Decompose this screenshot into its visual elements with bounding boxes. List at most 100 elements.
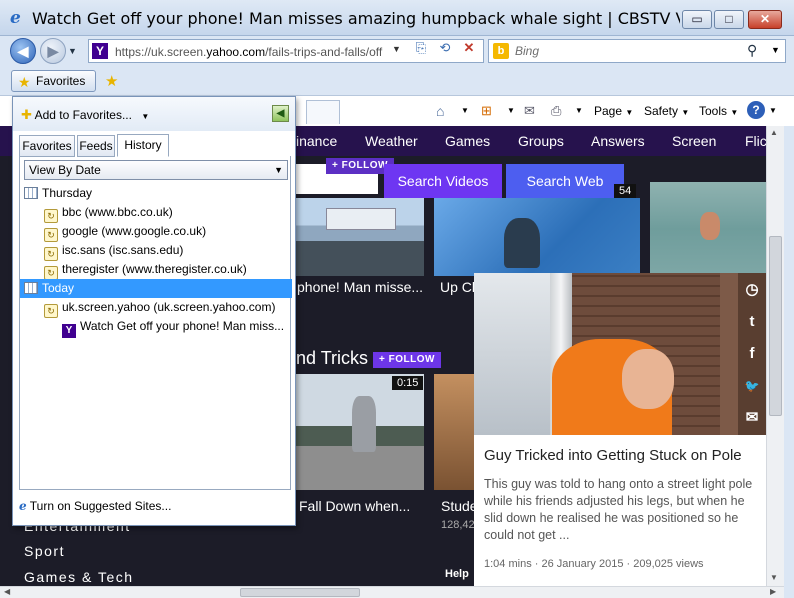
video-thumbnail-student[interactable] <box>434 374 474 490</box>
video-caption[interactable]: Fall Down when... <box>299 498 410 514</box>
refresh-icon[interactable]: ⟲ <box>436 39 454 57</box>
help-icon[interactable]: ? <box>747 101 765 119</box>
close-button[interactable]: ✕ <box>748 10 782 29</box>
minimize-button[interactable]: ▭ <box>682 10 712 29</box>
scroll-up-icon[interactable]: ▲ <box>770 128 778 137</box>
hscrollbar-thumb[interactable] <box>240 588 360 597</box>
stop-icon[interactable]: ✕ <box>460 39 478 57</box>
help-dropdown-icon[interactable]: ▼ <box>769 102 777 120</box>
feeds-dropdown-icon[interactable]: ▼ <box>507 102 515 120</box>
safety-menu[interactable]: Safety ▼ <box>644 102 689 120</box>
tumblr-icon[interactable]: t <box>738 307 766 337</box>
nav-screen[interactable]: Screen <box>672 132 716 150</box>
nav-weather[interactable]: Weather <box>365 132 418 150</box>
nav-games[interactable]: Games <box>445 132 490 150</box>
home-icon[interactable]: ⌂ <box>436 102 444 120</box>
tools-menu[interactable]: Tools ▼ <box>699 102 738 120</box>
video-thumbnail-dolphin[interactable] <box>434 198 640 276</box>
history-item[interactable]: ↻ isc.sans (isc.sans.edu) <box>20 241 292 261</box>
history-group-thursday[interactable]: Thursday <box>20 184 292 203</box>
search-input[interactable]: Bing <box>515 44 539 58</box>
history-page-icon: ↻ <box>44 209 58 223</box>
search-videos-button[interactable]: Search Videos <box>384 164 502 198</box>
forward-button[interactable]: ▶ <box>40 38 66 64</box>
face-shape <box>622 349 674 409</box>
history-label: Thursday <box>42 186 93 200</box>
feeds-icon[interactable]: ⊞ <box>481 102 492 120</box>
view-by-select[interactable]: View By Date ▼ <box>24 160 288 180</box>
vertical-scrollbar[interactable]: ▲ ▼ <box>766 126 784 586</box>
url-dropdown-icon[interactable]: ▼ <box>392 44 404 54</box>
tab-favorites[interactable]: Favorites <box>19 135 75 157</box>
nav-answers[interactable]: Answers <box>591 132 645 150</box>
pin-panel-icon[interactable]: ◀ <box>272 105 289 122</box>
maximize-button[interactable]: □ <box>714 10 744 29</box>
search-box[interactable]: b Bing ⚲ ▼ <box>488 39 786 63</box>
tab-history[interactable]: History <box>117 134 169 157</box>
card-thumbnail[interactable]: ◷ t f 🐦 ✉ <box>474 273 766 435</box>
video-thumbnail-sea[interactable] <box>650 182 766 276</box>
help-link[interactable]: Help <box>445 568 469 580</box>
mail-icon[interactable]: ✉ <box>738 403 766 433</box>
scroll-left-icon[interactable]: ◀ <box>4 587 10 596</box>
history-label: Today <box>42 281 75 295</box>
suggested-sites-link[interactable]: e Turn on Suggested Sites... <box>19 499 171 513</box>
new-tab-button[interactable] <box>306 100 340 124</box>
nav-games-tech[interactable]: Games & Tech <box>24 569 134 585</box>
section-title: nd Tricks <box>296 348 369 368</box>
view-by-value: View By Date <box>29 163 101 177</box>
history-item[interactable]: ↻ bbc (www.bbc.co.uk) <box>20 203 292 223</box>
nav-groups[interactable]: Groups <box>518 132 564 150</box>
suggested-sites-label: Turn on Suggested Sites... <box>29 499 172 513</box>
title-bar: e Watch Get off your phone! Man misses a… <box>0 0 794 36</box>
scrollbar-thumb[interactable] <box>769 236 782 416</box>
video-thumbnail-whale[interactable] <box>296 198 424 276</box>
history-item[interactable]: ↻ google (www.google.co.uk) <box>20 222 292 242</box>
site-favicon-icon: Y <box>92 43 108 59</box>
page-menu[interactable]: Page ▼ <box>594 102 633 120</box>
follow-button[interactable]: + FOLLOW <box>373 352 441 368</box>
ie-logo-icon: e <box>10 8 21 28</box>
print-icon[interactable]: ⎙ <box>551 102 561 120</box>
search-options-icon[interactable]: ▼ <box>771 45 780 55</box>
home-dropdown-icon[interactable]: ▼ <box>461 102 469 120</box>
url-text[interactable]: https://uk.screen.yahoo.com/fails-trips-… <box>115 44 385 60</box>
history-item[interactable]: Y Watch Get off your phone! Man miss... <box>20 317 292 338</box>
read-mail-icon[interactable]: ✉ <box>524 102 535 120</box>
video-thumbnail-runner[interactable] <box>296 374 424 490</box>
search-web-button[interactable]: Search Web <box>506 164 624 198</box>
card-title[interactable]: Guy Tricked into Getting Stuck on Pole <box>484 447 756 464</box>
twitter-icon[interactable]: 🐦 <box>738 371 766 401</box>
window-title: Watch Get off your phone! Man misses ama… <box>32 9 680 28</box>
star-icon: ★ <box>18 74 31 90</box>
clock-icon[interactable]: ◷ <box>738 275 766 305</box>
recent-pages-dropdown[interactable]: ▼ <box>68 46 77 56</box>
video-caption[interactable]: Stude <box>441 498 478 514</box>
add-to-favorites-label: Add to Favorites... <box>34 108 132 122</box>
safety-menu-label: Safety <box>644 104 679 118</box>
add-to-favorites-button[interactable]: ✚ Add to Favorites... ▼ <box>21 107 149 123</box>
history-item[interactable]: ↻ uk.screen.yahoo (uk.screen.yahoo.com) <box>20 298 292 318</box>
print-dropdown-icon[interactable]: ▼ <box>575 102 583 120</box>
nav-flickr[interactable]: Flic <box>745 132 766 150</box>
video-preview-card[interactable]: ◷ t f 🐦 ✉ Guy Tricked into Getting Stuck… <box>474 273 766 586</box>
video-caption[interactable]: Up Cl <box>440 279 475 295</box>
nav-sport[interactable]: Sport <box>24 543 65 559</box>
history-group-today[interactable]: Today <box>20 279 292 298</box>
search-icon[interactable]: ⚲ <box>747 42 757 59</box>
scroll-down-icon[interactable]: ▼ <box>770 573 778 582</box>
back-button[interactable]: ◀ <box>10 38 36 64</box>
swimmer-shape <box>700 212 720 240</box>
favorites-button[interactable]: ★ Favorites <box>11 70 96 92</box>
horizontal-scrollbar[interactable]: ◀ ▶ <box>0 586 784 598</box>
history-list: View By Date ▼ Thursday ↻ bbc (www.bbc.co… <box>19 156 292 490</box>
scroll-right-icon[interactable]: ▶ <box>770 587 776 596</box>
compatibility-view-icon[interactable]: ⎘ <box>412 39 430 57</box>
facebook-icon[interactable]: f <box>738 339 766 369</box>
tab-feeds[interactable]: Feeds <box>77 135 115 157</box>
video-caption[interactable]: phone! Man misse... <box>297 279 423 295</box>
card-meta: 1:04 mins · 26 January 2015 · 209,025 vi… <box>484 558 704 570</box>
nav-finance[interactable]: inance <box>296 132 337 150</box>
add-to-favorites-bar-icon[interactable]: ★ <box>105 72 118 90</box>
history-item[interactable]: ↻ theregister (www.theregister.co.uk) <box>20 260 292 280</box>
